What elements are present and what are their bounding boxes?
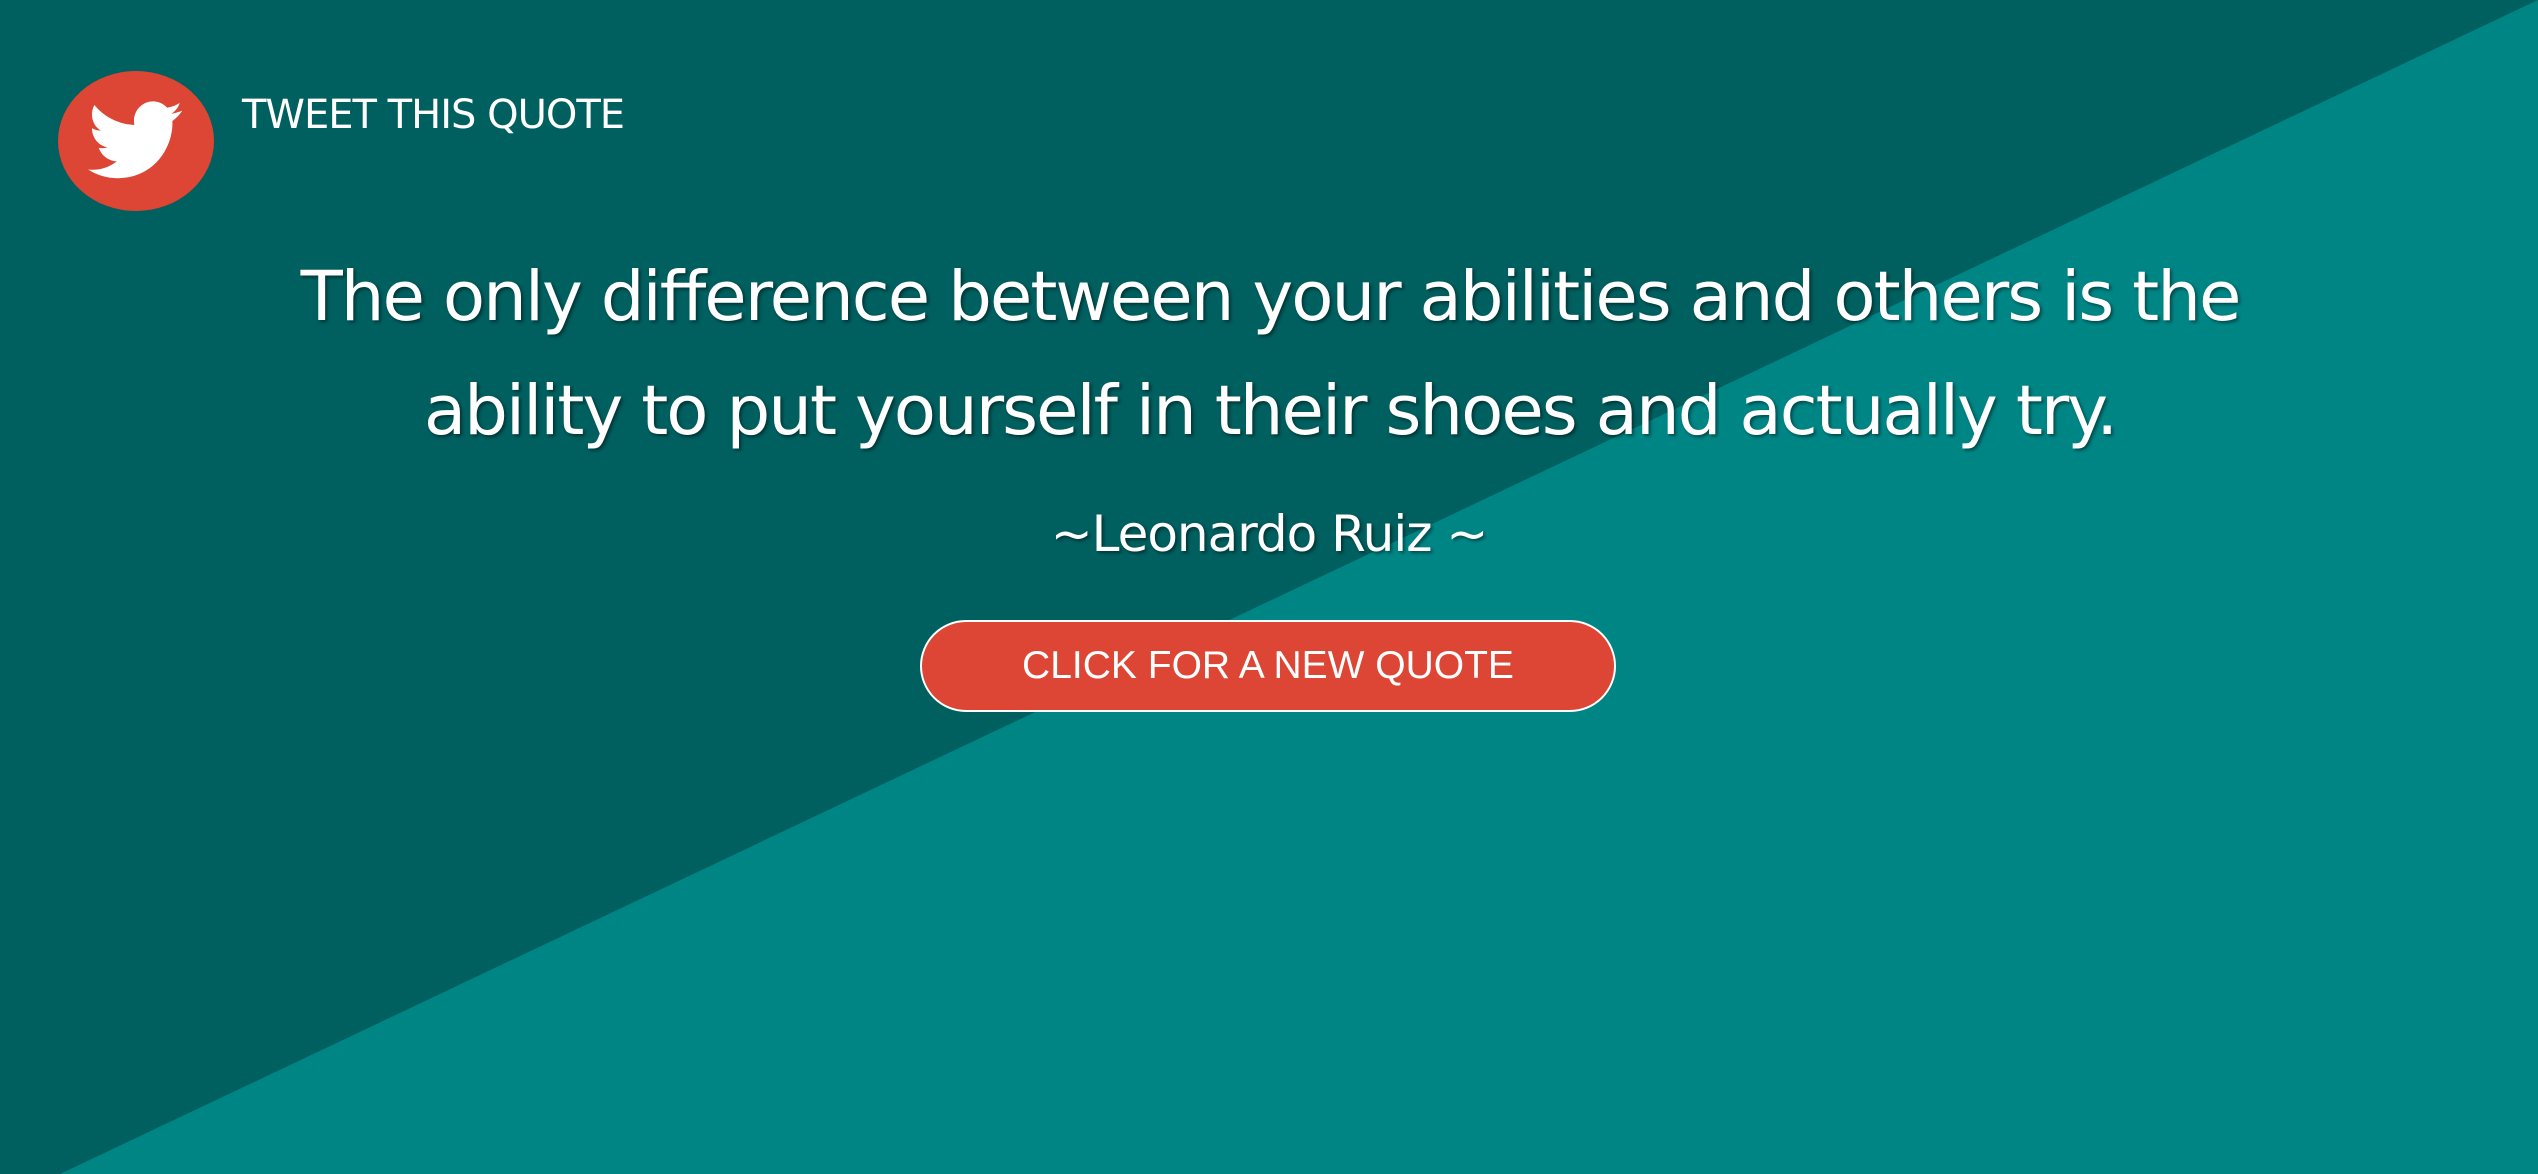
background: [0, 0, 2538, 1174]
twitter-bird-icon: [88, 101, 183, 179]
tweet-this-quote-link[interactable]: TWEET THIS QUOTE: [242, 90, 625, 140]
quote-block: The only difference between your abiliti…: [230, 240, 2310, 468]
quote-text: The only difference between your abiliti…: [300, 257, 2242, 451]
tweet-button[interactable]: [58, 71, 214, 211]
quote-author: ~Leonardo Ruiz ~: [1050, 505, 1489, 563]
new-quote-button[interactable]: CLICK FOR A NEW QUOTE: [920, 620, 1616, 712]
